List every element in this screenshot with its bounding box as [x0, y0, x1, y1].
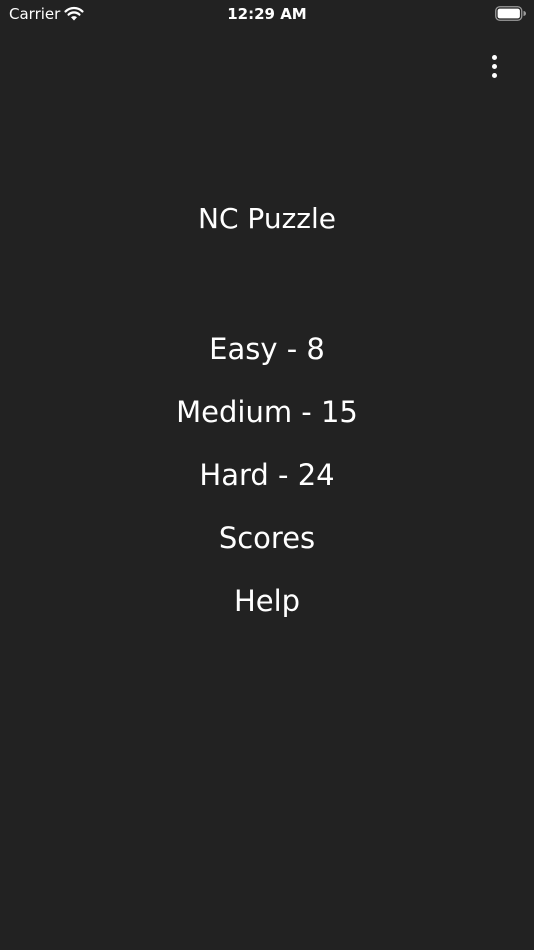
menu-item-easy[interactable]: Easy - 8: [0, 328, 534, 391]
menu-dot: [491, 72, 497, 78]
menu-item-medium[interactable]: Medium - 15: [0, 391, 534, 454]
menu-item-scores[interactable]: Scores: [0, 517, 534, 580]
status-bar: Carrier 12:29 AM: [0, 0, 534, 30]
more-vertical-icon[interactable]: [480, 50, 508, 82]
battery-icon: [495, 6, 526, 21]
menu-dot: [491, 63, 497, 69]
status-time: 12:29 AM: [227, 5, 307, 23]
main-menu: Easy - 8 Medium - 15 Hard - 24 Scores He…: [0, 328, 534, 643]
app-title: NC Puzzle: [198, 202, 336, 235]
menu-item-hard[interactable]: Hard - 24: [0, 454, 534, 517]
menu-item-help[interactable]: Help: [0, 580, 534, 643]
menu-dot: [491, 54, 497, 60]
